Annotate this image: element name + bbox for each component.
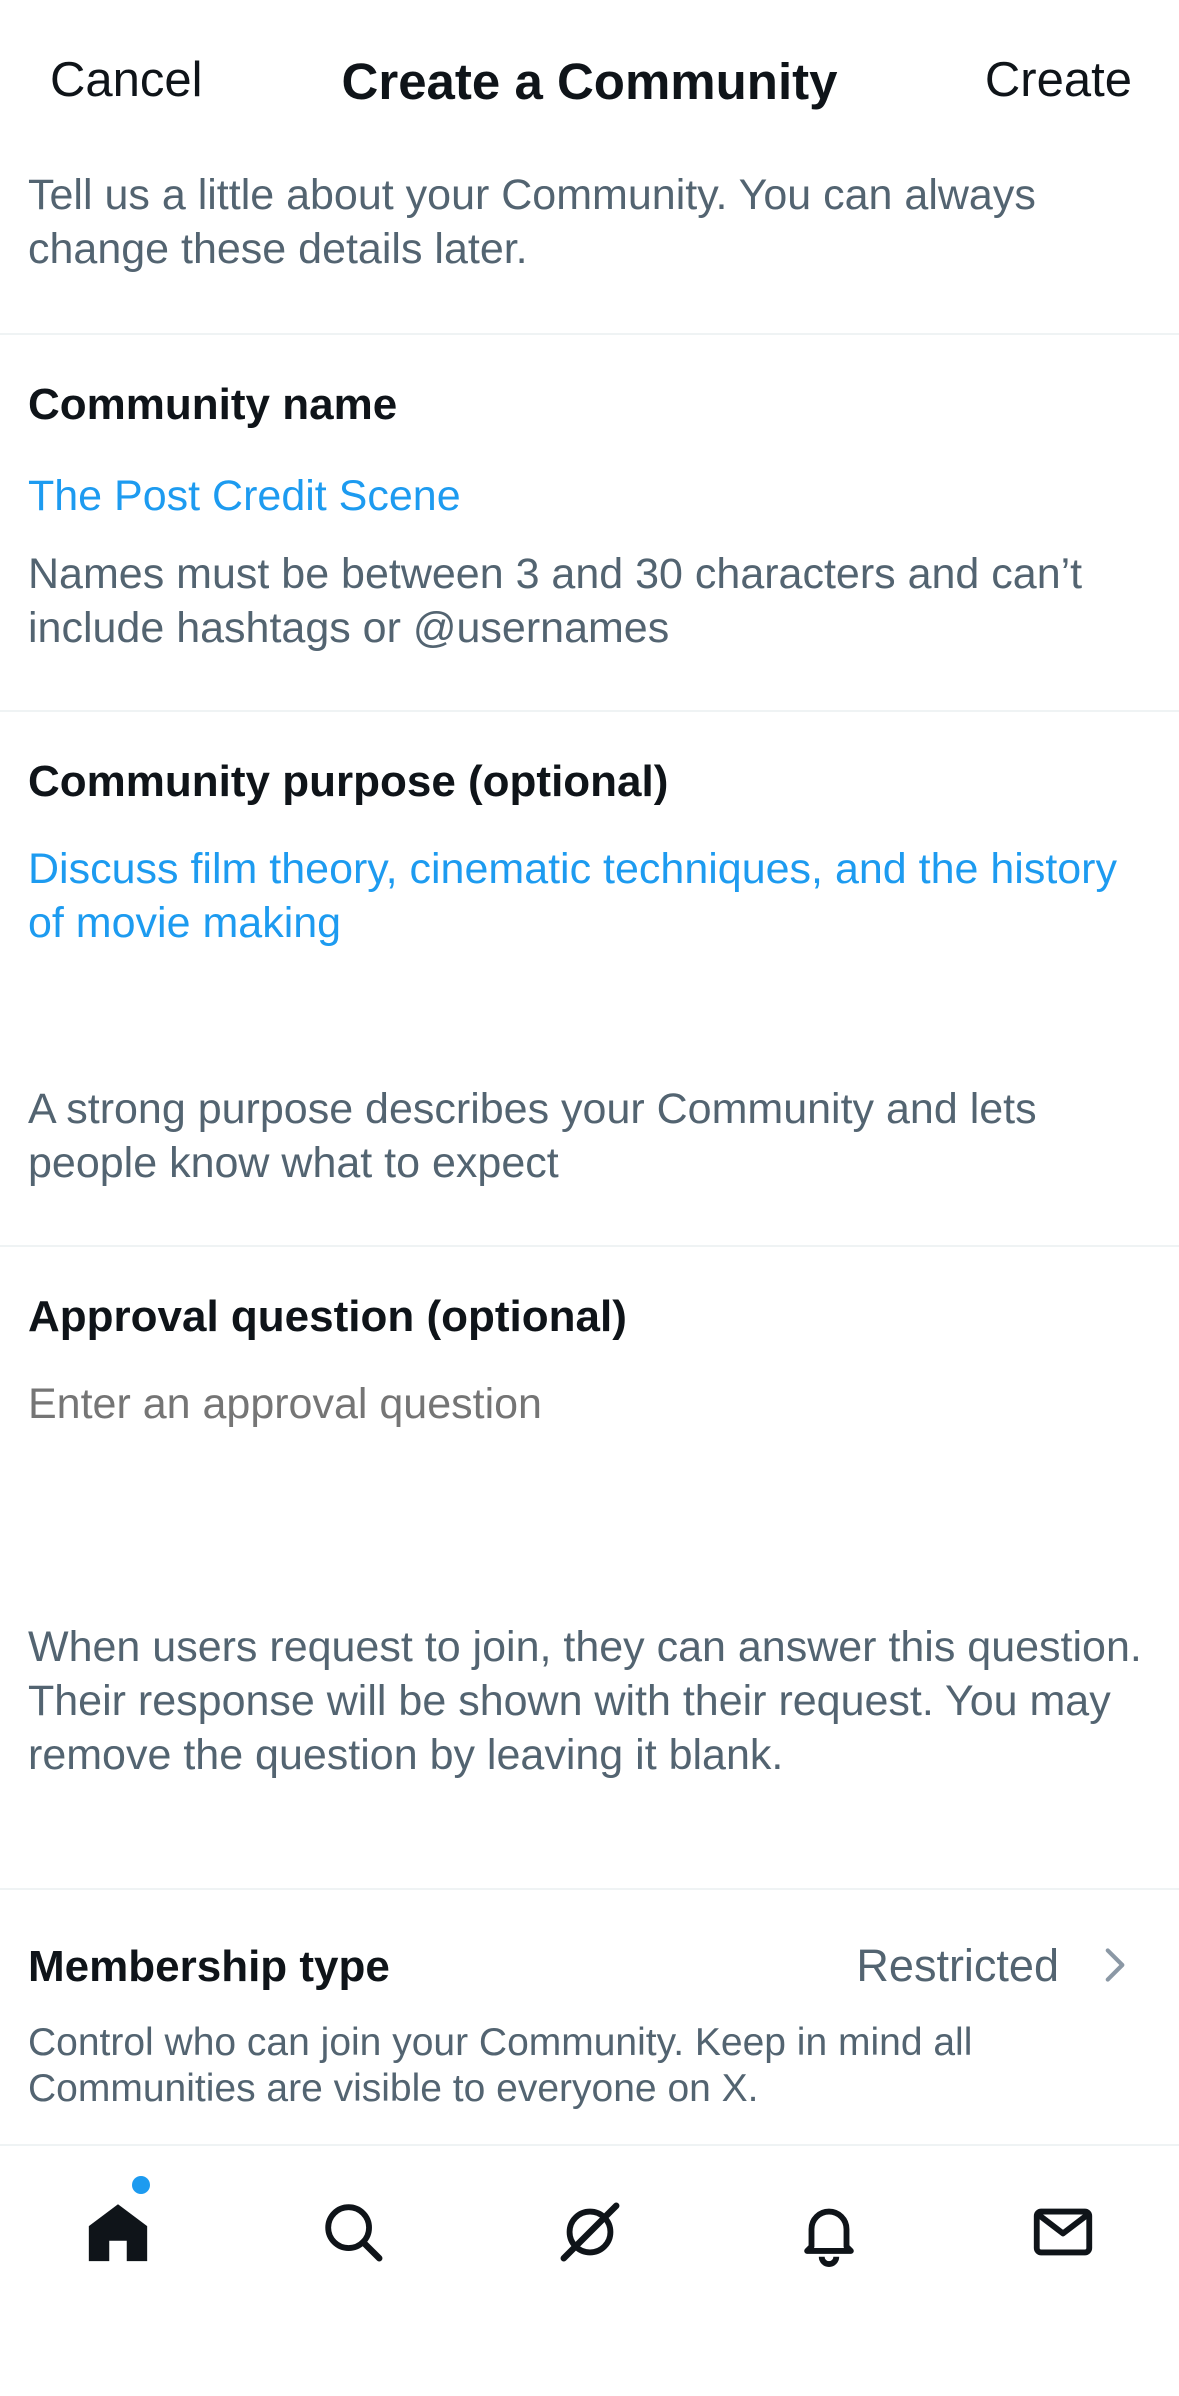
top-bar: Cancel Create a Community Create [0, 0, 1179, 165]
membership-type-row[interactable]: Membership type Restricted [0, 1890, 1179, 2040]
membership-type-label: Membership type [28, 1942, 390, 1991]
intro-text: Tell us a little about your Community. Y… [28, 171, 1036, 273]
tab-notifications[interactable] [769, 2172, 889, 2292]
tab-home[interactable] [58, 2172, 178, 2292]
divider [0, 710, 1179, 712]
bell-icon [804, 2208, 854, 2267]
create-button[interactable]: Create [985, 52, 1132, 108]
tab-grok[interactable] [530, 2172, 650, 2292]
approval-question-label: Approval question (optional) [28, 1292, 627, 1341]
bottom-tab-bar [0, 2144, 1179, 2396]
community-purpose-label: Community purpose (optional) [28, 757, 669, 806]
search-icon [325, 2204, 383, 2262]
approval-question-input[interactable] [28, 1377, 1148, 1577]
grok-icon [560, 2202, 620, 2262]
cancel-button[interactable]: Cancel [50, 52, 203, 108]
divider [0, 1245, 1179, 1247]
community-name-hint: Names must be between 3 and 30 character… [28, 550, 1083, 652]
membership-type-value: Restricted [856, 1940, 1059, 1991]
community-name-label: Community name [28, 380, 398, 429]
membership-type-hint: Control who can join your Community. Kee… [28, 2021, 973, 2110]
approval-question-hint: When users request to join, they can ans… [28, 1623, 1142, 1779]
divider [0, 333, 1179, 335]
chevron-right-icon [1105, 1948, 1125, 1982]
tab-messages[interactable] [1003, 2172, 1123, 2292]
mail-icon [1033, 2208, 1093, 2256]
community-purpose-input[interactable]: Discuss film theory, cinematic technique… [28, 842, 1148, 1042]
community-purpose-hint: A strong purpose describes your Communit… [28, 1085, 1037, 1187]
tab-search[interactable] [293, 2172, 413, 2292]
community-name-input[interactable] [28, 466, 1148, 526]
home-icon [88, 2204, 148, 2262]
notification-dot [132, 2176, 150, 2194]
